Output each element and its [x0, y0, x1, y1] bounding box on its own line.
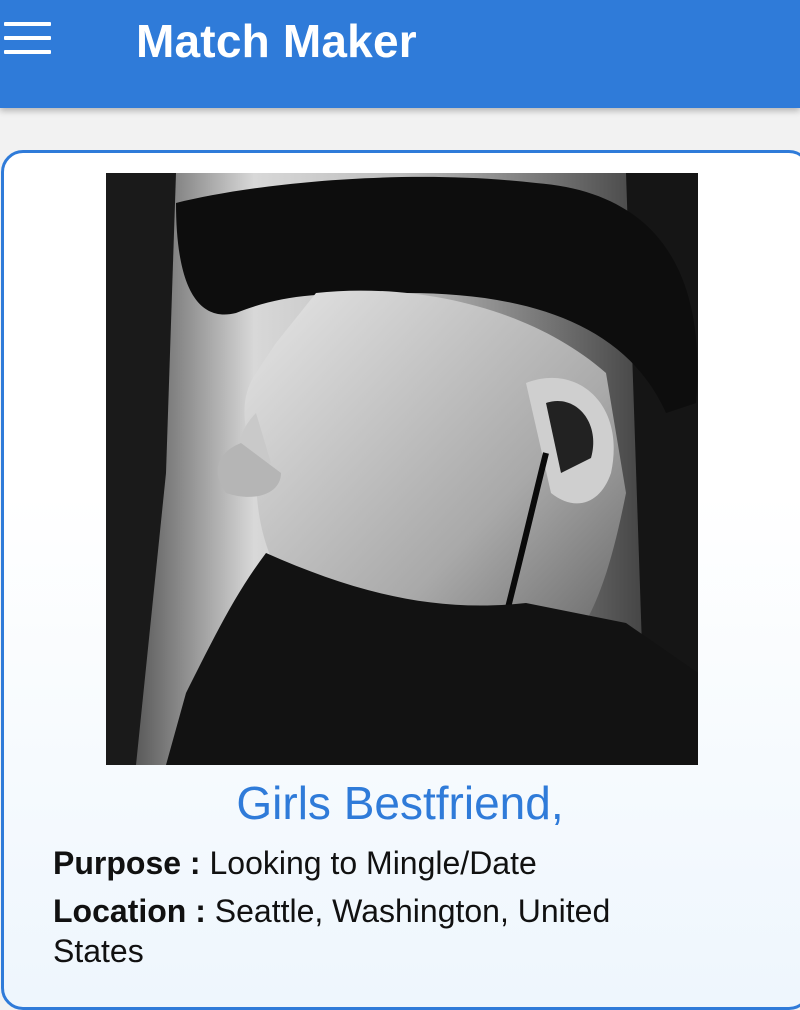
profile-name: Girls Bestfriend, [236, 777, 564, 829]
purpose-value: Looking to Mingle/Date [209, 845, 537, 881]
hamburger-menu-icon[interactable] [4, 20, 52, 60]
location-row: Location : Seattle, Washington, United S… [53, 891, 653, 971]
app-bar: Match Maker [0, 0, 800, 108]
profile-photo[interactable] [106, 173, 698, 765]
purpose-label: Purpose : [53, 845, 201, 881]
location-label: Location : [53, 893, 206, 929]
app-title: Match Maker [136, 15, 417, 67]
purpose-row: Purpose : Looking to Mingle/Date [53, 843, 653, 883]
